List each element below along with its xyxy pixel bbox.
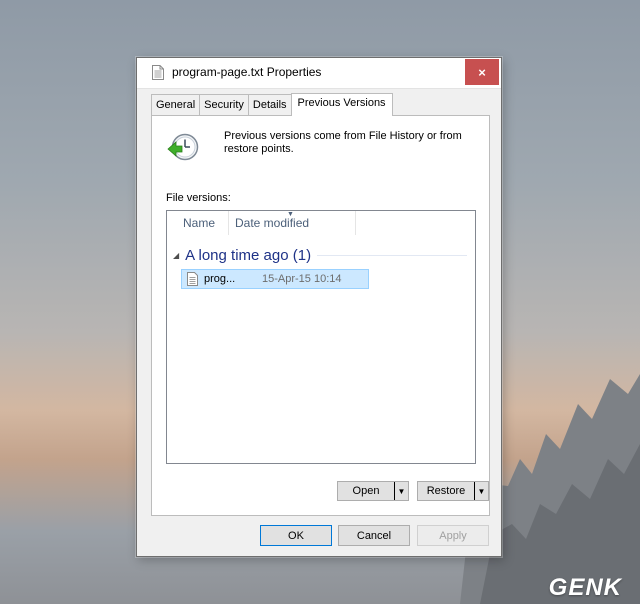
group-divider — [317, 254, 467, 256]
apply-button[interactable]: Apply — [417, 525, 489, 546]
file-name: prog... — [204, 273, 236, 285]
list-header: Name Date modified ▼ — [167, 211, 356, 235]
file-versions-list[interactable]: Name Date modified ▼ ◢ A long time ago (… — [166, 210, 476, 464]
close-icon: × — [478, 64, 486, 80]
column-header-date-modified[interactable]: Date modified ▼ — [229, 211, 356, 235]
restore-clock-icon — [167, 133, 199, 161]
close-button[interactable]: × — [465, 59, 499, 85]
open-dropdown-icon[interactable]: ▼ — [394, 482, 408, 500]
column-header-name[interactable]: Name — [167, 211, 229, 235]
column-header-date-label: Date modified — [235, 216, 310, 230]
ok-button[interactable]: OK — [260, 525, 332, 546]
restore-button-label: Restore — [426, 485, 466, 497]
watermark-logo: GENK — [548, 574, 622, 601]
tab-previous-versions[interactable]: Previous Versions — [290, 93, 393, 116]
file-versions-label: File versions: — [166, 192, 231, 204]
info-text: Previous versions come from File History… — [224, 130, 462, 155]
group-label: A long time ago (1) — [185, 246, 312, 264]
list-item[interactable]: prog... 15-Apr-15 10:14 — [181, 269, 369, 289]
restore-button[interactable]: Restore ▼ — [417, 481, 489, 501]
tab-general[interactable]: General — [151, 94, 201, 115]
text-file-icon — [187, 272, 198, 286]
open-button[interactable]: Open ▼ — [337, 481, 409, 501]
window-title: program-page.txt Properties — [172, 65, 322, 79]
cancel-button[interactable]: Cancel — [338, 525, 410, 546]
file-date-modified: 15-Apr-15 10:14 — [262, 273, 342, 285]
tab-details[interactable]: Details — [247, 94, 292, 115]
tab-strip: General Security Details Previous Versio… — [151, 93, 393, 116]
open-button-label: Open — [352, 485, 380, 497]
sort-down-icon: ▼ — [287, 211, 294, 218]
properties-dialog: program-page.txt Properties × General Se… — [136, 57, 502, 557]
group-header[interactable]: ◢ A long time ago (1) — [173, 245, 467, 265]
previous-versions-panel: Previous versions come from File History… — [151, 115, 490, 516]
tab-security[interactable]: Security — [199, 94, 249, 115]
title-bar[interactable]: program-page.txt Properties × — [137, 58, 501, 89]
text-file-icon — [152, 65, 164, 80]
restore-dropdown-icon[interactable]: ▼ — [474, 482, 488, 500]
collapse-group-icon[interactable]: ◢ — [173, 251, 179, 260]
